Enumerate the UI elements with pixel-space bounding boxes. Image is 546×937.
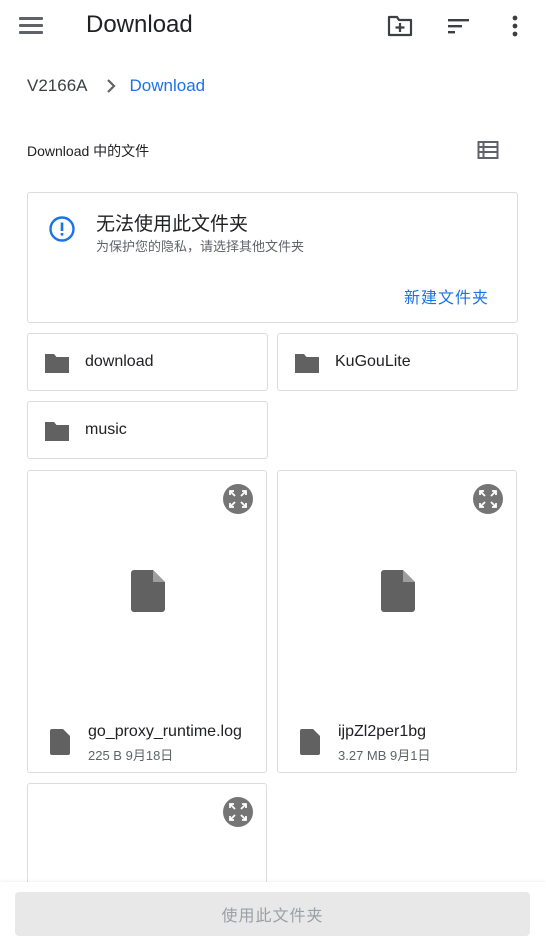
file-name: go_proxy_runtime.log (88, 723, 242, 740)
app-bar: Download (0, 0, 546, 54)
folder-icon (294, 352, 320, 374)
expand-preview-icon[interactable] (223, 797, 253, 827)
folder-icon (44, 352, 70, 374)
more-vert-icon[interactable] (501, 12, 529, 40)
breadcrumb-root[interactable]: V2166A (27, 76, 88, 96)
folder-item[interactable]: KuGouLite (277, 333, 518, 391)
file-date: 9月18日 (125, 748, 174, 763)
file-type-icon (300, 729, 320, 755)
info-icon (48, 215, 76, 243)
page-title: Download (86, 11, 193, 38)
expand-preview-icon[interactable] (473, 484, 503, 514)
file-size: 225 B (88, 748, 122, 763)
new-folder-button[interactable]: 新建文件夹 (404, 284, 489, 308)
breadcrumb: V2166A Download (27, 72, 205, 100)
section-label: Download 中的文件 (27, 143, 150, 159)
folder-name: download (85, 353, 154, 370)
file-name: ijpZl2per1bg (338, 723, 427, 740)
file-date: 9月1日 (390, 748, 431, 763)
sort-icon[interactable] (445, 12, 473, 40)
warning-card: 无法使用此文件夹 为保护您的隐私，请选择其他文件夹 新建文件夹 (27, 192, 518, 323)
folder-icon (44, 420, 70, 442)
menu-icon[interactable] (19, 14, 45, 38)
warning-subtitle: 为保护您的隐私，请选择其他文件夹 (96, 239, 305, 254)
warning-title: 无法使用此文件夹 (96, 214, 249, 235)
new-folder-icon[interactable] (386, 12, 414, 40)
file-card[interactable]: go_proxy_runtime.log 225 B 9月18日 (27, 470, 267, 773)
folder-name: music (85, 421, 127, 438)
document-icon (381, 570, 415, 612)
breadcrumb-current[interactable]: Download (130, 76, 206, 96)
expand-preview-icon[interactable] (223, 484, 253, 514)
file-meta: 3.27 MB 9月1日 (338, 745, 431, 764)
folder-item[interactable]: music (27, 401, 268, 459)
file-type-icon (50, 729, 70, 755)
chevron-right-icon (106, 78, 116, 94)
list-view-icon[interactable] (477, 140, 499, 162)
section-header: Download 中的文件 (27, 138, 507, 164)
use-this-folder-button[interactable]: 使用此文件夹 (15, 892, 530, 936)
file-size: 3.27 MB (338, 748, 387, 763)
folder-item[interactable]: download (27, 333, 268, 391)
document-icon (131, 570, 165, 612)
file-meta: 225 B 9月18日 (88, 745, 173, 764)
folder-name: KuGouLite (335, 353, 411, 370)
file-card[interactable] (27, 783, 267, 893)
file-card[interactable]: ijpZl2per1bg 3.27 MB 9月1日 (277, 470, 517, 773)
bottom-bar: 使用此文件夹 (0, 882, 546, 937)
